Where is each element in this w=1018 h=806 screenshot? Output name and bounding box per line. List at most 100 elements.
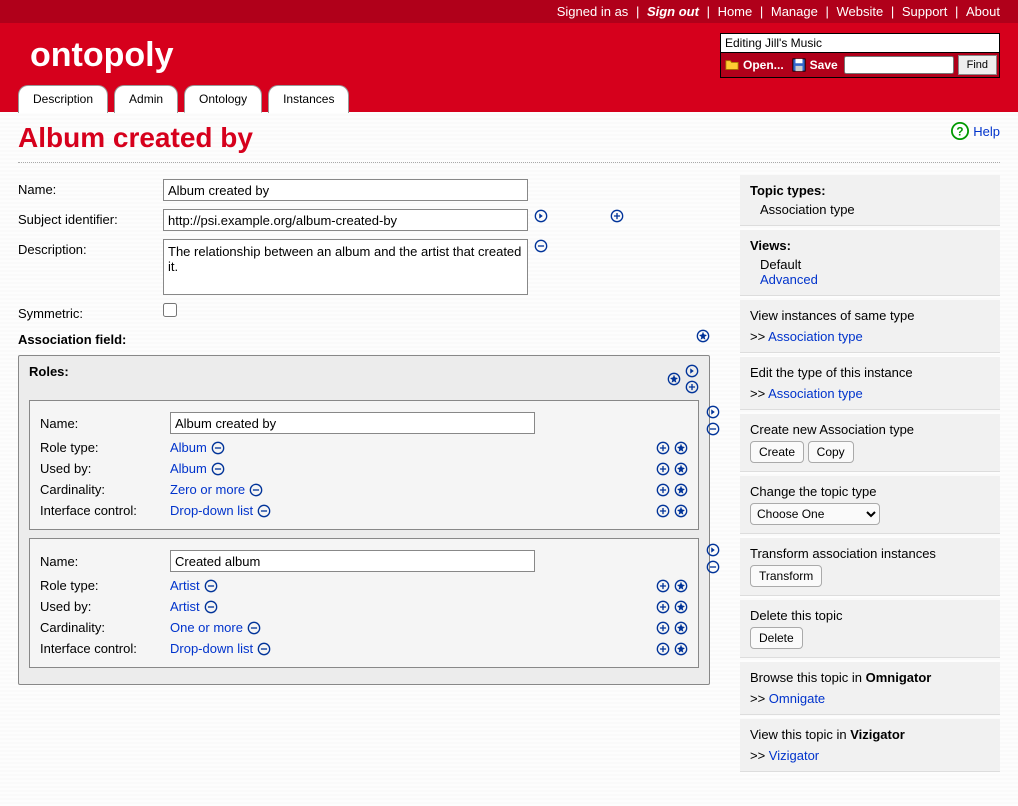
plus-icon[interactable]	[656, 600, 670, 614]
page-title: Album created by	[18, 122, 253, 154]
star-icon[interactable]	[674, 642, 688, 656]
plus-icon[interactable]	[656, 483, 670, 497]
minus-icon[interactable]	[249, 483, 263, 497]
plus-icon[interactable]	[656, 642, 670, 656]
plus-icon[interactable]	[656, 441, 670, 455]
folder-icon	[725, 58, 739, 72]
name-input[interactable]	[163, 179, 528, 201]
interface-control-link[interactable]: Drop-down list	[170, 503, 253, 518]
name-label: Name:	[18, 179, 163, 197]
star-icon[interactable]	[674, 483, 688, 497]
role-type-link[interactable]: Album	[170, 440, 207, 455]
symmetric-checkbox[interactable]	[163, 303, 177, 317]
star-icon[interactable]	[674, 621, 688, 635]
plus-icon[interactable]	[656, 579, 670, 593]
role-box: Name: Role type: Artist Used by: Artist …	[29, 538, 699, 668]
minus-icon[interactable]	[706, 422, 720, 436]
role-name-input[interactable]	[170, 412, 535, 434]
role-name-label: Name:	[40, 554, 170, 569]
desc-label: Description:	[18, 239, 163, 257]
tab-instances[interactable]: Instances	[268, 85, 349, 113]
goto-icon[interactable]	[706, 543, 720, 557]
create-button[interactable]: Create	[750, 441, 804, 463]
view-instances-link[interactable]: Association type	[768, 329, 863, 344]
association-field-box: Roles: Name: Role type: Al	[18, 355, 710, 685]
find-button[interactable]: Find	[958, 55, 997, 75]
used-by-link[interactable]: Artist	[170, 599, 200, 614]
used-by-label: Used by:	[40, 599, 170, 614]
minus-icon[interactable]	[257, 642, 271, 656]
browse-viz-label: View this topic in Vizigator	[750, 727, 990, 742]
minus-icon[interactable]	[211, 441, 225, 455]
role-box: Name: Role type: Album Used by: Album Ca…	[29, 400, 699, 530]
tab-admin[interactable]: Admin	[114, 85, 178, 113]
cardinality-label: Cardinality:	[40, 482, 170, 497]
brand-logo: ontopoly	[30, 36, 174, 75]
nav-about[interactable]: About	[966, 4, 1000, 19]
plus-icon[interactable]	[685, 380, 699, 394]
plus-icon[interactable]	[656, 462, 670, 476]
edit-type-link[interactable]: Association type	[768, 386, 863, 401]
help-link[interactable]: Help	[973, 124, 1000, 139]
tab-description[interactable]: Description	[18, 85, 108, 113]
nav-home[interactable]: Home	[718, 4, 753, 19]
top-nav: Signed in as | Sign out | Home | Manage …	[0, 0, 1018, 23]
transform-label: Transform association instances	[750, 546, 990, 561]
si-input[interactable]	[163, 209, 528, 231]
si-label: Subject identifier:	[18, 209, 163, 227]
copy-button[interactable]: Copy	[808, 441, 854, 463]
plus-icon[interactable]	[656, 504, 670, 518]
nav-manage[interactable]: Manage	[771, 4, 818, 19]
cardinality-link[interactable]: Zero or more	[170, 482, 245, 497]
minus-icon[interactable]	[204, 600, 218, 614]
view-default: Default	[750, 257, 990, 272]
plus-icon[interactable]	[610, 209, 624, 223]
minus-icon[interactable]	[534, 239, 548, 253]
change-type-label: Change the topic type	[750, 484, 990, 499]
cardinality-label: Cardinality:	[40, 620, 170, 635]
desc-input[interactable]: The relationship between an album and th…	[163, 239, 528, 295]
goto-icon[interactable]	[706, 405, 720, 419]
minus-icon[interactable]	[211, 462, 225, 476]
vizigator-link[interactable]: Vizigator	[769, 748, 819, 763]
star-icon[interactable]	[674, 579, 688, 593]
goto-icon[interactable]	[685, 364, 699, 378]
save-button[interactable]: Save	[788, 56, 842, 74]
minus-icon[interactable]	[204, 579, 218, 593]
view-advanced-link[interactable]: Advanced	[760, 272, 818, 287]
goto-icon[interactable]	[534, 209, 548, 223]
plus-icon[interactable]	[656, 621, 670, 635]
star-icon[interactable]	[674, 504, 688, 518]
delete-button[interactable]: Delete	[750, 627, 803, 649]
signout-link[interactable]: Sign out	[647, 4, 699, 19]
omnigate-link[interactable]: Omnigate	[769, 691, 825, 706]
symmetric-label: Symmetric:	[18, 303, 163, 321]
star-icon[interactable]	[667, 372, 681, 386]
editing-panel: Editing Jill's Music Open... Save Find	[720, 33, 1000, 78]
minus-icon[interactable]	[247, 621, 261, 635]
signed-in-text: Signed in as	[557, 4, 629, 19]
nav-website[interactable]: Website	[836, 4, 883, 19]
interface-control-label: Interface control:	[40, 641, 170, 656]
minus-icon[interactable]	[257, 504, 271, 518]
change-type-select[interactable]: Choose One	[750, 503, 880, 525]
browse-omni-label: Browse this topic in Omnigator	[750, 670, 990, 685]
star-icon[interactable]	[674, 441, 688, 455]
views-heading: Views:	[750, 238, 990, 253]
open-button[interactable]: Open...	[721, 56, 788, 74]
role-name-input[interactable]	[170, 550, 535, 572]
tab-ontology[interactable]: Ontology	[184, 85, 262, 113]
star-icon[interactable]	[674, 462, 688, 476]
star-icon[interactable]	[696, 329, 710, 343]
role-type-link[interactable]: Artist	[170, 578, 200, 593]
minus-icon[interactable]	[706, 560, 720, 574]
cardinality-link[interactable]: One or more	[170, 620, 243, 635]
help-icon[interactable]	[951, 122, 969, 140]
used-by-link[interactable]: Album	[170, 461, 207, 476]
transform-button[interactable]: Transform	[750, 565, 822, 587]
star-icon[interactable]	[674, 600, 688, 614]
disk-icon	[792, 58, 806, 72]
nav-support[interactable]: Support	[902, 4, 948, 19]
interface-control-link[interactable]: Drop-down list	[170, 641, 253, 656]
find-input[interactable]	[844, 56, 954, 74]
